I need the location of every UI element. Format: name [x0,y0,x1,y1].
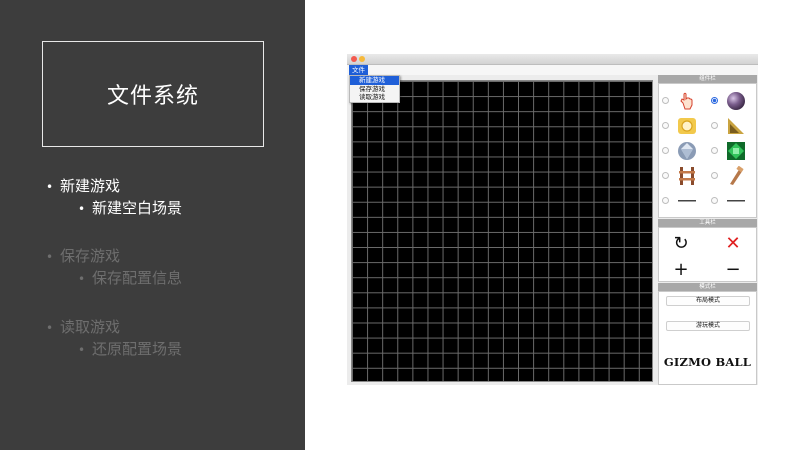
bullet-load-game: • 读取游戏 [46,316,120,337]
sub-bullet-label: 保存配置信息 [92,269,183,287]
side-panel: 组件栏 工具栏 ↻ ✕ + − 模式栏 布局模式 游玩模式 GIZMO BALL [658,75,757,385]
component-radio[interactable] [711,147,718,154]
app-window: 文件 新建游戏 保存游戏 读取游戏 组件栏 工具栏 ↻ ✕ + − 模式栏 布局… [347,54,758,385]
sub-bullet-save-config: • 保存配置信息 [78,267,182,288]
component-radio[interactable] [711,172,718,179]
bullet-dot: • [78,272,86,286]
right-flipper-icon[interactable] [726,191,746,211]
play-mode-button[interactable]: 游玩模式 [666,321,750,331]
component-radio[interactable] [662,172,669,179]
slide: 文件系统 • 新建游戏 • 新建空白场景 • 保存游戏 • 保存配置信息 • 读取游戏 •… [0,0,800,450]
gizmo-ball-logo: GIZMO BALL [663,355,752,369]
bullet-new-game: • 新建游戏 [46,175,120,196]
left-panel: 文件系统 • 新建游戏 • 新建空白场景 • 保存游戏 • 保存配置信息 • 读取游戏 •… [0,0,305,450]
menu-item-save-game[interactable]: 保存游戏 [350,85,399,94]
file-dropdown-menu: 新建游戏 保存游戏 读取游戏 [349,75,400,103]
component-radio[interactable] [662,122,669,129]
close-window-button[interactable] [351,56,357,62]
layout-mode-button[interactable]: 布局模式 [666,296,750,306]
track-icon[interactable] [677,166,697,186]
minimize-window-button[interactable] [359,56,365,62]
left-flipper-icon[interactable] [677,191,697,211]
menu-file[interactable]: 文件 [349,65,368,75]
tools-panel-header: 工具栏 [658,219,757,227]
sub-bullet-label: 新建空白场景 [92,199,183,217]
bullet-dot: • [46,180,54,194]
zoom-out-icon[interactable]: − [722,259,744,280]
component-radio[interactable] [662,97,669,104]
bullet-label: 读取游戏 [60,318,121,336]
component-radio[interactable] [662,197,669,204]
delete-icon[interactable]: ✕ [722,233,744,254]
zoom-in-icon[interactable]: + [670,259,692,280]
components-panel-header: 组件栏 [658,75,757,83]
hand-pointer-icon[interactable] [677,91,697,111]
gold-circle-block-icon[interactable] [677,116,697,136]
bullet-dot: • [46,321,54,335]
bullet-label: 保存游戏 [60,247,121,265]
sub-bullet-label: 还原配置场景 [92,340,183,358]
component-radio[interactable] [711,97,718,104]
green-gem-icon[interactable] [726,141,746,161]
game-grid[interactable] [351,80,653,382]
bullet-label: 新建游戏 [60,177,121,195]
tools-panel: ↻ ✕ + − [658,227,757,282]
purple-ball-icon[interactable] [726,91,746,111]
mode-panel-header: 模式栏 [658,283,757,291]
menu-item-load-game[interactable]: 读取游戏 [350,93,399,102]
bullet-dot: • [46,250,54,264]
menu-bar: 文件 [347,65,758,75]
bullet-dot: • [78,343,86,357]
sub-bullet-new-scene: • 新建空白场景 [78,197,182,218]
rotate-icon[interactable]: ↻ [670,233,692,254]
bullet-dot: • [78,202,86,216]
bullet-save-game: • 保存游戏 [46,245,120,266]
sub-bullet-restore-scene: • 还原配置场景 [78,338,182,359]
menu-item-new-game[interactable]: 新建游戏 [350,76,399,85]
component-radio[interactable] [711,197,718,204]
component-radio[interactable] [662,147,669,154]
slide-title: 文件系统 [106,84,199,109]
mode-panel: 布局模式 游玩模式 GIZMO BALL [658,291,757,385]
gold-triangle-block-icon[interactable] [726,116,746,136]
component-radio[interactable] [711,122,718,129]
components-panel [658,83,757,218]
diamond-icon[interactable] [677,141,697,161]
window-titlebar[interactable] [347,54,758,65]
title-box: 文件系统 [42,41,264,147]
wooden-pipe-icon[interactable] [726,166,746,186]
